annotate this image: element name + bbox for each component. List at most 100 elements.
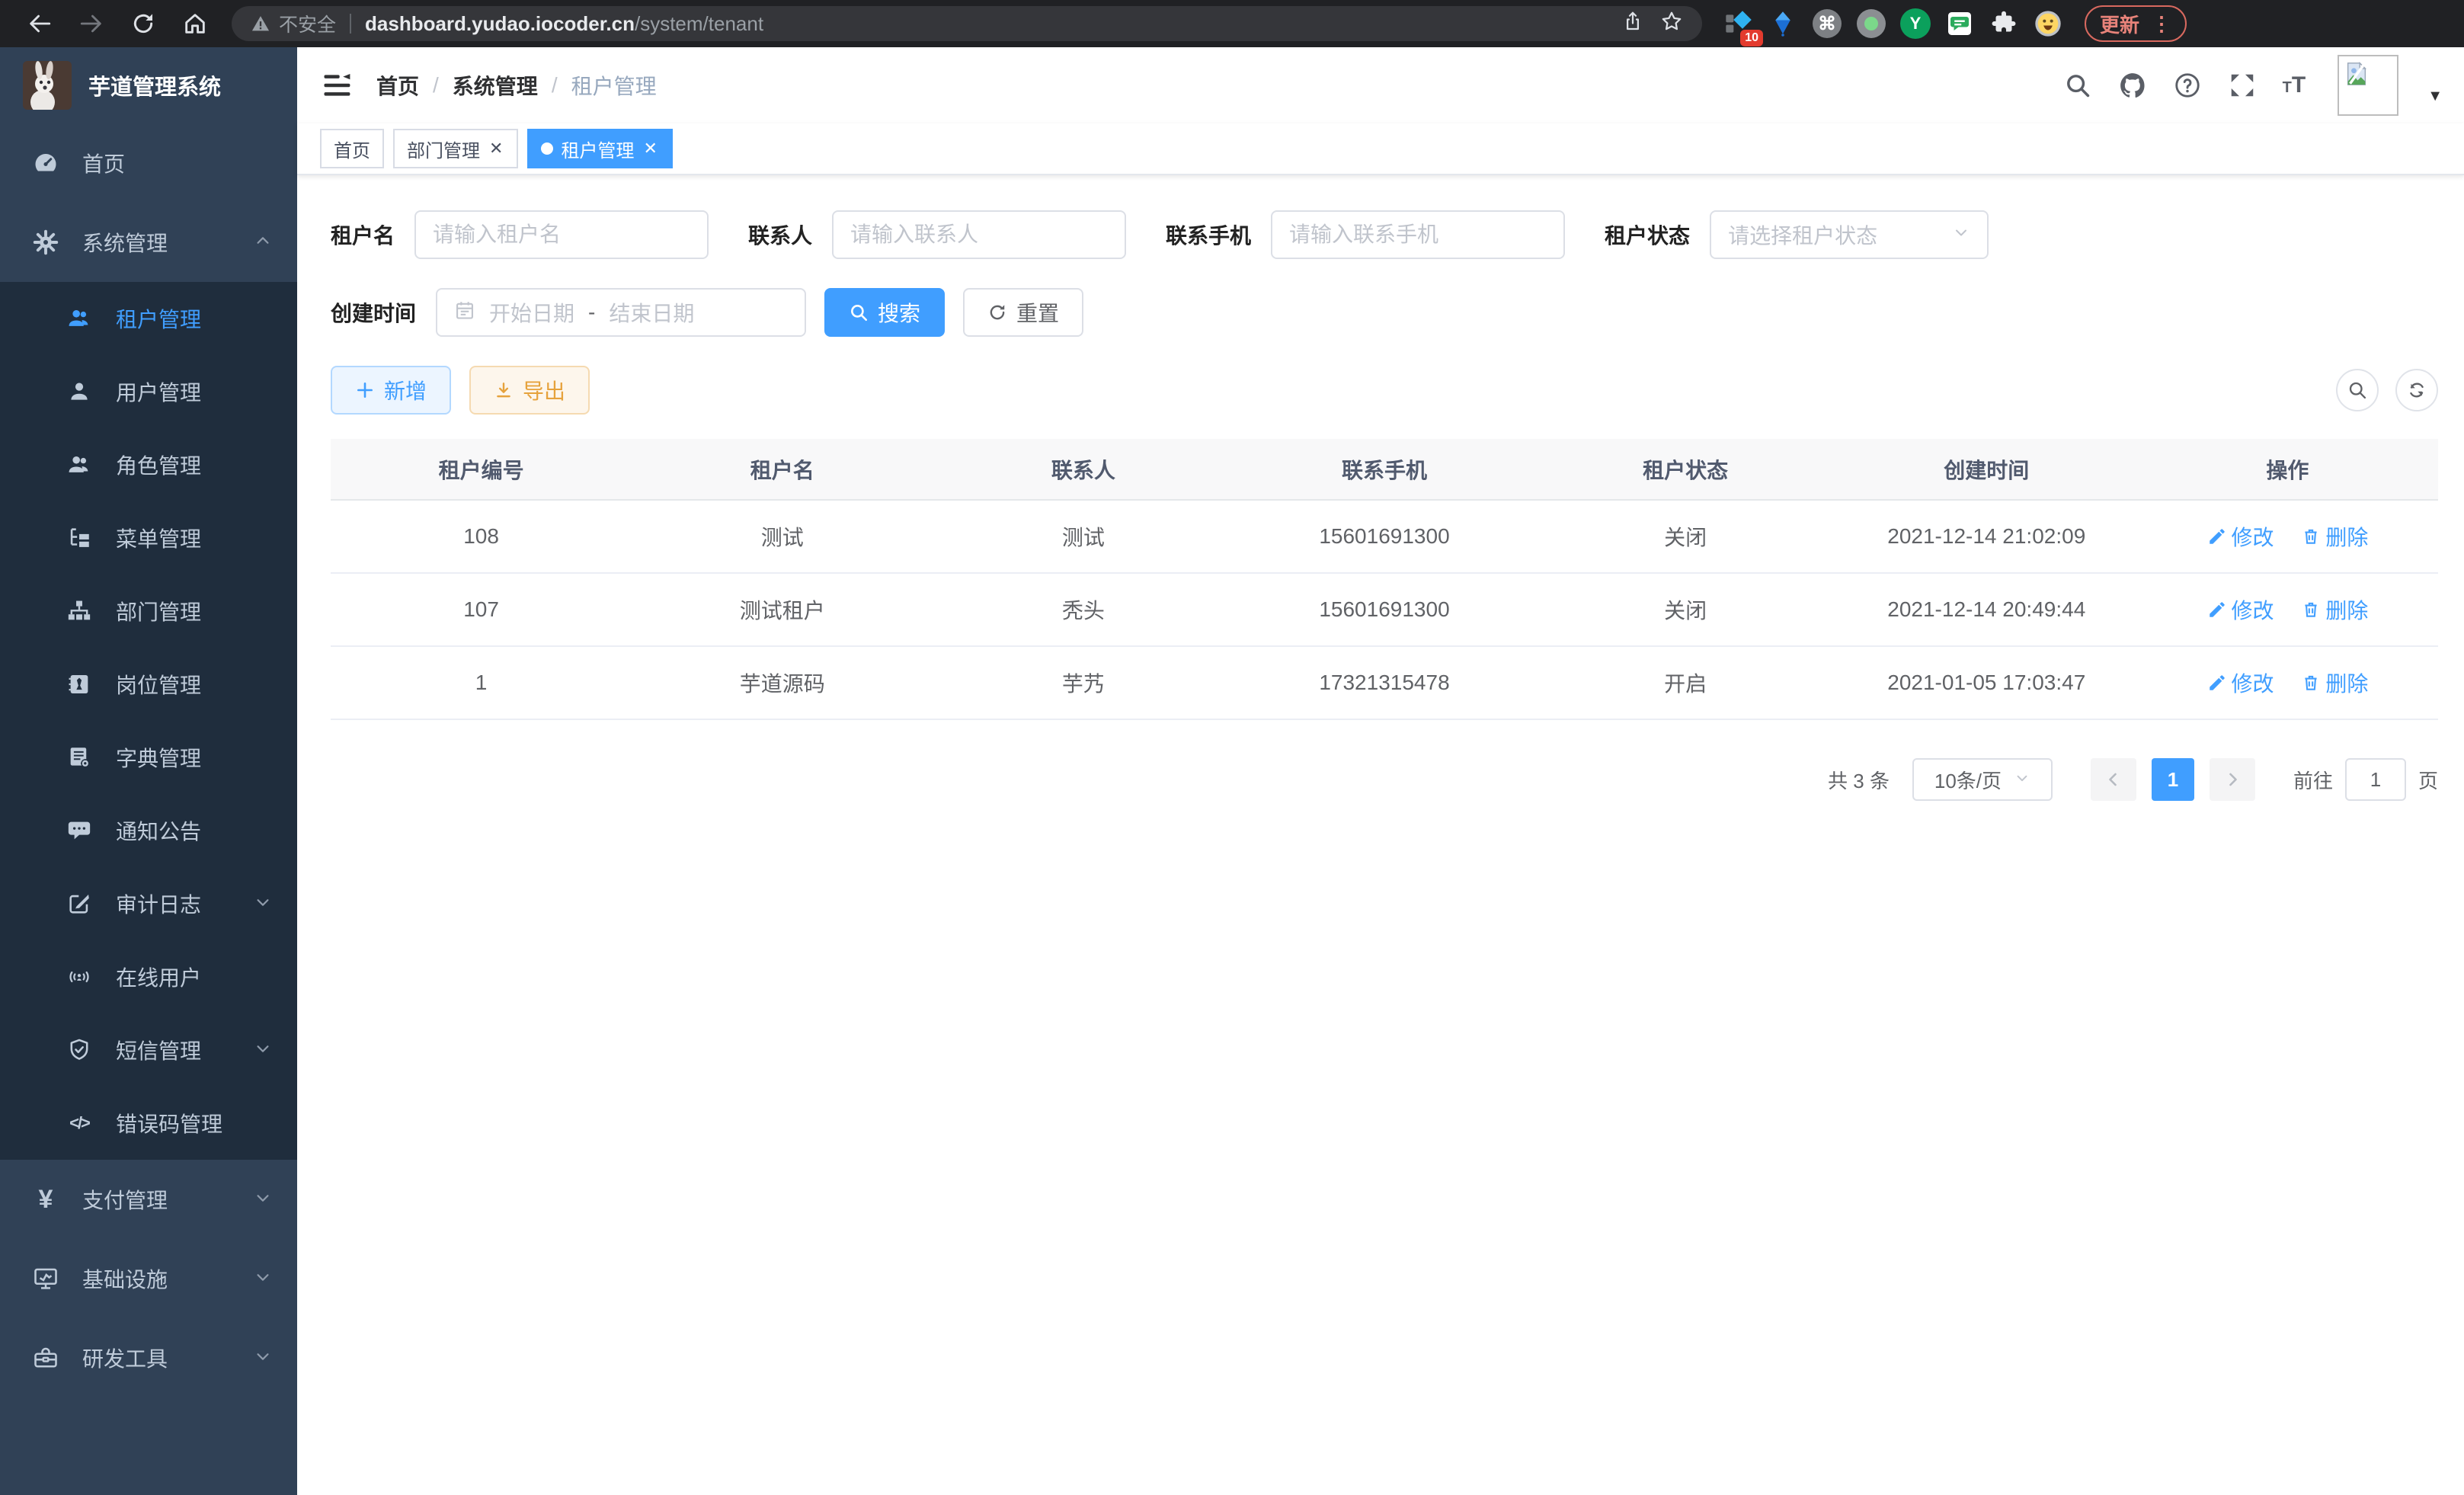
search-button[interactable]: 搜索 — [824, 288, 945, 337]
sidebar-toggle-button[interactable] — [320, 69, 354, 102]
sidebar-item-label: 基础设施 — [82, 1263, 168, 1294]
fullscreen-button[interactable] — [2228, 71, 2257, 100]
goto-page-input[interactable] — [2345, 758, 2406, 801]
chevron-down-icon — [2014, 768, 2030, 792]
col-actions: 操作 — [2137, 439, 2438, 500]
sidebar-item-infra[interactable]: 基础设施 — [0, 1239, 297, 1318]
bookmark-button[interactable] — [1659, 9, 1684, 39]
browser-menu-icon[interactable]: ⋮ — [2152, 12, 2171, 36]
sidebar-item-role[interactable]: 角色管理 — [0, 428, 297, 501]
security-chip[interactable]: 不安全 — [250, 10, 336, 37]
sidebar-item-sms[interactable]: 短信管理 — [0, 1013, 297, 1087]
sidebar-item-user[interactable]: 用户管理 — [0, 355, 297, 428]
prev-page-button[interactable] — [2091, 758, 2136, 801]
sidebar-item-online-users[interactable]: 在线用户 — [0, 940, 297, 1013]
sidebar-item-pay[interactable]: ¥ 支付管理 — [0, 1160, 297, 1239]
browser-reload-button[interactable] — [119, 4, 168, 43]
url-divider — [350, 14, 351, 34]
chevron-down-icon — [254, 892, 271, 916]
sidebar-item-label: 短信管理 — [116, 1035, 201, 1065]
refresh-icon — [987, 303, 1007, 322]
caret-down-icon[interactable]: ▼ — [2427, 88, 2443, 105]
delete-button[interactable]: 删除 — [2301, 667, 2368, 698]
browser-forward-button[interactable] — [67, 4, 116, 43]
extension-diamond[interactable]: 10 — [1723, 8, 1754, 39]
sidebar-item-label: 岗位管理 — [116, 669, 201, 699]
url-domain: dashboard.yudao.iocoder.cn — [365, 12, 635, 35]
cell-contact: 测试 — [933, 500, 1234, 573]
extension-y[interactable]: Y — [1900, 8, 1931, 39]
font-size-button[interactable]: TT — [2283, 72, 2306, 98]
export-button[interactable]: 导出 — [469, 366, 590, 415]
sidebar-item-dict[interactable]: 字典管理 — [0, 721, 297, 794]
sidebar-item-label: 研发工具 — [82, 1343, 168, 1373]
trash-icon — [2301, 673, 2321, 693]
github-link[interactable] — [2118, 71, 2147, 100]
add-button[interactable]: 新增 — [331, 366, 451, 415]
browser-home-button[interactable] — [171, 4, 219, 43]
edit-button[interactable]: 修改 — [2207, 521, 2274, 552]
page-size-select[interactable]: 10条/页 — [1912, 758, 2053, 801]
close-icon[interactable]: ✕ — [488, 139, 504, 158]
sidebar-item-system[interactable]: 系统管理 — [0, 203, 297, 282]
extension-kite[interactable] — [1768, 8, 1798, 39]
extension-chat[interactable] — [1944, 8, 1975, 39]
sidebar-item-dept[interactable]: 部门管理 — [0, 575, 297, 648]
sidebar-item-notice[interactable]: 通知公告 — [0, 794, 297, 867]
sidebar-item-menu[interactable]: 菜单管理 — [0, 501, 297, 575]
tab-tenant[interactable]: 租户管理 ✕ — [527, 129, 672, 168]
sidebar-item-audit-log[interactable]: 审计日志 — [0, 867, 297, 940]
github-icon — [2118, 70, 2147, 101]
tab-home[interactable]: 首页 — [320, 129, 384, 168]
y-letter-icon: Y — [1900, 8, 1931, 39]
reset-button[interactable]: 重置 — [963, 288, 1083, 337]
avatar[interactable] — [2338, 55, 2398, 116]
browser-back-button[interactable] — [15, 4, 64, 43]
edit-button[interactable]: 修改 — [2207, 667, 2274, 698]
delete-button[interactable]: 删除 — [2301, 594, 2368, 625]
browser-update-button[interactable]: 更新 ⋮ — [2085, 5, 2187, 42]
help-button[interactable] — [2173, 71, 2202, 100]
tab-dept[interactable]: 部门管理 ✕ — [393, 129, 518, 168]
tenant-name-input[interactable] — [433, 222, 690, 247]
cell-status: 开启 — [1535, 646, 1836, 719]
breadcrumb-home[interactable]: 首页 — [376, 70, 419, 101]
contact-input[interactable] — [850, 222, 1108, 247]
shield-check-icon — [66, 1036, 93, 1064]
toggle-search-button[interactable] — [2336, 369, 2379, 411]
col-tenant-id: 租户编号 — [331, 439, 632, 500]
sidebar-item-dev-tools[interactable]: 研发工具 — [0, 1318, 297, 1397]
sidebar-item-error-code[interactable]: </> 错误码管理 — [0, 1087, 297, 1160]
address-bar[interactable]: 不安全 dashboard.yudao.iocoder.cn/system/te… — [232, 6, 1702, 41]
code-icon: </> — [66, 1109, 93, 1137]
profile-avatar[interactable] — [2033, 8, 2063, 39]
reload-icon — [131, 11, 155, 36]
sidebar-item-home[interactable]: 首页 — [0, 123, 297, 203]
extensions-menu[interactable] — [1989, 8, 2019, 39]
extension-recorder[interactable] — [1856, 8, 1886, 39]
mobile-input[interactable] — [1289, 222, 1547, 247]
header-search-button[interactable] — [2063, 71, 2092, 100]
edit-square-icon — [66, 890, 93, 917]
cell-status: 关闭 — [1535, 573, 1836, 646]
arrow-left-icon — [27, 11, 53, 37]
share-button[interactable] — [1621, 10, 1644, 38]
edit-button[interactable]: 修改 — [2207, 594, 2274, 625]
next-page-button[interactable] — [2210, 758, 2255, 801]
close-icon[interactable]: ✕ — [642, 139, 658, 158]
page-1-button[interactable]: 1 — [2152, 758, 2194, 801]
status-select[interactable]: 请选择租户状态 — [1710, 210, 1989, 259]
delete-button[interactable]: 删除 — [2301, 521, 2368, 552]
refresh-table-button[interactable] — [2395, 369, 2438, 411]
sidebar-item-tenant[interactable]: 租户管理 — [0, 282, 297, 355]
date-range-picker[interactable]: 开始日期 - 结束日期 — [436, 288, 806, 337]
dictionary-icon — [66, 744, 93, 771]
tenant-name-field — [414, 210, 709, 259]
breadcrumb-system[interactable]: 系统管理 — [453, 70, 538, 101]
extension-command[interactable]: ⌘ — [1812, 8, 1842, 39]
sidebar-item-post[interactable]: 岗位管理 — [0, 648, 297, 721]
app-title: 芋道管理系统 — [88, 69, 221, 101]
goto-label: 前往 — [2293, 766, 2333, 794]
sidebar-logo[interactable]: 芋道管理系统 — [0, 47, 297, 123]
date-end-placeholder: 结束日期 — [609, 297, 694, 328]
